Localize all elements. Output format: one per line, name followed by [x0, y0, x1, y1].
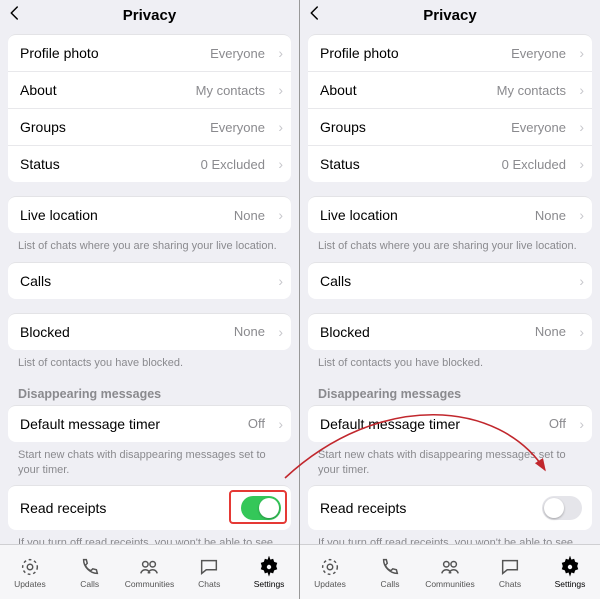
back-button[interactable]	[306, 4, 328, 26]
chevron-right-icon: ›	[579, 119, 584, 135]
chevron-right-icon: ›	[579, 416, 584, 432]
tab-updates[interactable]: Updates	[0, 545, 60, 599]
row-status[interactable]: Status 0 Excluded ›	[308, 145, 592, 182]
page-title: Privacy	[123, 7, 176, 24]
chevron-right-icon: ›	[579, 45, 584, 61]
header: Privacy	[0, 0, 299, 30]
tab-chats[interactable]: Chats	[480, 545, 540, 599]
value: Everyone	[210, 46, 265, 61]
tab-communities[interactable]: Communities	[120, 545, 180, 599]
label: Profile photo	[20, 45, 99, 61]
read-receipts-toggle[interactable]	[542, 496, 582, 520]
chevron-right-icon: ›	[579, 156, 584, 172]
row-default-timer[interactable]: Default message timer Off ›	[308, 406, 592, 442]
footer-live-location: List of chats where you are sharing your…	[0, 233, 299, 262]
chevron-right-icon: ›	[579, 324, 584, 340]
tab-calls[interactable]: Calls	[60, 545, 120, 599]
pane-before: Privacy Profile photo Everyone › About M…	[0, 0, 300, 599]
row-calls[interactable]: Calls ›	[8, 263, 291, 299]
tab-bar: Updates Calls Communities Chats Settings	[300, 544, 600, 599]
section-disappearing: Disappearing messages	[0, 379, 299, 405]
row-read-receipts: Read receipts	[8, 486, 291, 530]
tab-bar: Updates Calls Communities Chats Settings	[0, 544, 299, 599]
chevron-right-icon: ›	[278, 45, 283, 61]
chevron-right-icon: ›	[579, 82, 584, 98]
tab-settings[interactable]: Settings	[540, 545, 600, 599]
chevron-right-icon: ›	[278, 416, 283, 432]
row-profile-photo[interactable]: Profile photo Everyone ›	[8, 35, 291, 71]
row-blocked[interactable]: Blocked None ›	[8, 314, 291, 350]
header: Privacy	[300, 0, 600, 30]
back-button[interactable]	[6, 4, 28, 26]
tab-calls[interactable]: Calls	[360, 545, 420, 599]
chevron-right-icon: ›	[579, 207, 584, 223]
footer-blocked: List of contacts you have blocked.	[0, 350, 299, 379]
row-about[interactable]: About My contacts ›	[308, 71, 592, 108]
row-read-receipts: Read receipts	[308, 486, 592, 530]
content: Profile photo Everyone › About My contac…	[0, 30, 299, 544]
row-blocked[interactable]: Blocked None ›	[308, 314, 592, 350]
chevron-right-icon: ›	[278, 273, 283, 289]
tab-chats[interactable]: Chats	[179, 545, 239, 599]
chevron-right-icon: ›	[278, 156, 283, 172]
page-title: Privacy	[423, 7, 476, 24]
tab-communities[interactable]: Communities	[420, 545, 480, 599]
chevron-right-icon: ›	[278, 119, 283, 135]
chevron-right-icon: ›	[278, 82, 283, 98]
row-status[interactable]: Status 0 Excluded ›	[8, 145, 291, 182]
row-profile-photo[interactable]: Profile photo Everyone ›	[308, 35, 592, 71]
chevron-right-icon: ›	[278, 324, 283, 340]
row-groups[interactable]: Groups Everyone ›	[308, 108, 592, 145]
tab-updates[interactable]: Updates	[300, 545, 360, 599]
content: Profile photo Everyone › About My contac…	[300, 30, 600, 544]
row-groups[interactable]: Groups Everyone ›	[8, 108, 291, 145]
chevron-right-icon: ›	[579, 273, 584, 289]
footer-read-receipts: If you turn off read receipts, you won't…	[0, 530, 299, 544]
read-receipts-toggle[interactable]	[241, 496, 281, 520]
row-calls[interactable]: Calls ›	[308, 263, 592, 299]
footer-timer: Start new chats with disappearing messag…	[0, 442, 299, 486]
row-about[interactable]: About My contacts ›	[8, 71, 291, 108]
row-live-location[interactable]: Live location None ›	[8, 197, 291, 233]
pane-after: Privacy Profile photo Everyone › About M…	[300, 0, 600, 599]
row-default-timer[interactable]: Default message timer Off ›	[8, 406, 291, 442]
chevron-right-icon: ›	[278, 207, 283, 223]
row-live-location[interactable]: Live location None ›	[308, 197, 592, 233]
tab-settings[interactable]: Settings	[239, 545, 299, 599]
